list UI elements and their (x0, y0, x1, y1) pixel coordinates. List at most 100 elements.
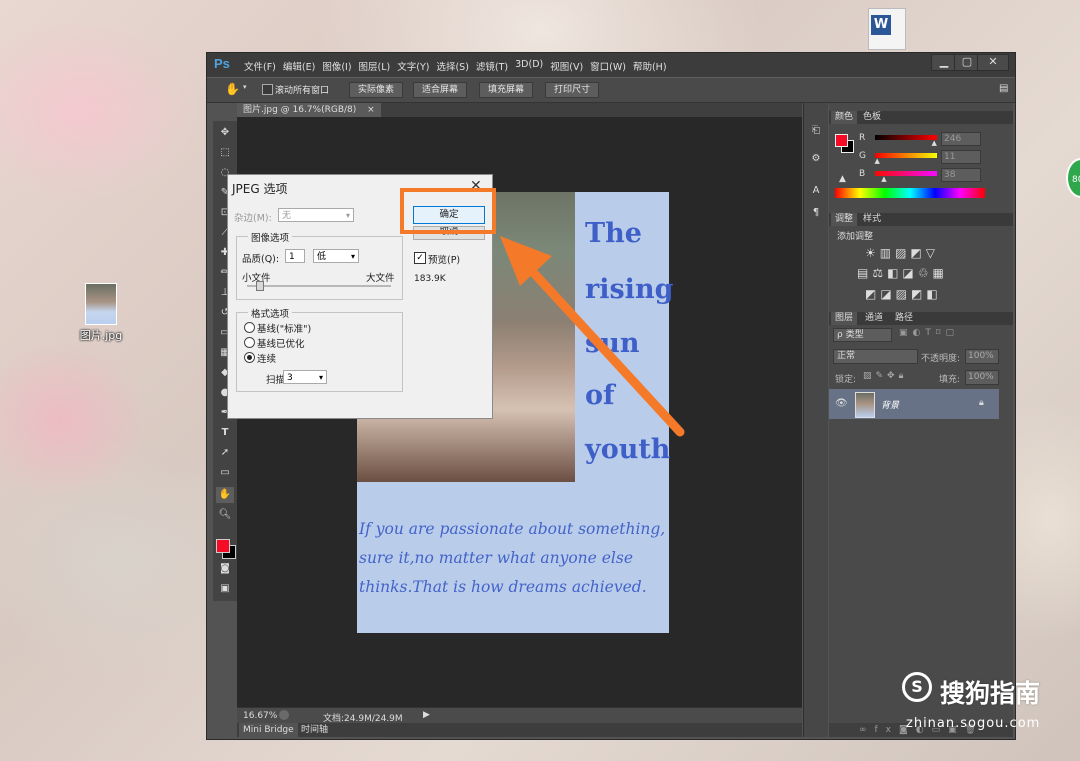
tool-preset-arrow-icon[interactable]: ▾ (243, 83, 247, 91)
color-spectrum-ramp[interactable] (835, 188, 985, 198)
radio-baseline-standard[interactable] (244, 322, 255, 333)
lock-label: 锁定: (835, 375, 857, 385)
menu-filter[interactable]: 滤镜(T) (476, 59, 508, 73)
menu-select[interactable]: 选择(S) (436, 59, 468, 73)
hand-tool-icon-active[interactable]: ✋ (216, 487, 234, 503)
channel-b-thumb-icon[interactable]: ▲ (881, 175, 886, 183)
status-info-icon[interactable] (279, 710, 289, 720)
blend-mode-select[interactable]: 正常 (833, 349, 918, 364)
menu-help[interactable]: 帮助(H) (633, 59, 667, 73)
channel-g-slider[interactable] (875, 153, 937, 158)
matte-select[interactable]: 无 ▾ (278, 208, 354, 222)
menu-file[interactable]: 文件(F) (244, 59, 276, 73)
tab-swatches[interactable]: 色板 (859, 111, 885, 124)
panel-foreground-swatch[interactable] (835, 134, 848, 147)
tab-channels[interactable]: 通道 (861, 312, 887, 325)
character-panel-icon[interactable]: A (807, 183, 825, 199)
type-tool-icon[interactable]: T (216, 425, 234, 441)
radio-progressive[interactable] (244, 352, 255, 363)
adjustment-icons-row-1[interactable]: ☀▥▨◩▽ (865, 246, 939, 260)
layer-name[interactable]: 背景 (881, 398, 899, 411)
paragraph-panel-icon[interactable]: ¶ (807, 205, 825, 221)
menu-window[interactable]: 窗口(W) (590, 59, 626, 73)
fill-field[interactable]: 100% (965, 370, 999, 385)
fill-screen-button[interactable]: 填充屏幕 (479, 82, 534, 98)
scans-select[interactable]: 3 ▾ (283, 370, 327, 384)
print-size-button[interactable]: 打印尺寸 (545, 82, 600, 98)
adjustment-icons-row-2[interactable]: ▤⚖◧◪♲▦ (857, 266, 948, 280)
menu-view[interactable]: 视图(V) (550, 59, 583, 73)
layers-panel-header: 图层 通道 路径 (829, 312, 1013, 325)
quick-mask-icon[interactable]: ◙ (216, 561, 234, 577)
tab-adjustments[interactable]: 调整 (831, 213, 858, 226)
fit-screen-button[interactable]: 适合屏幕 (413, 82, 468, 98)
history-panel-icon[interactable]: ⎗ (807, 123, 825, 139)
preview-checkbox[interactable]: ✓ (414, 252, 426, 264)
adjustment-icons-row-3[interactable]: ◩◪▨◩◧ (865, 287, 942, 301)
menu-image[interactable]: 图像(I) (322, 59, 351, 73)
layer-visibility-eye-icon[interactable]: 👁︎ (835, 398, 848, 409)
scroll-all-checkbox[interactable] (262, 84, 273, 95)
layer-filter-icons[interactable]: ▣◐T⌑▢ (899, 328, 959, 338)
scans-value: 3 (287, 373, 293, 383)
menu-layer[interactable]: 图层(L) (359, 59, 391, 73)
properties-panel-icon[interactable]: ⚙ (807, 151, 825, 167)
document-tab-bar: 图片.jpg @ 16.7%(RGB/8) × (237, 103, 802, 117)
quality-slider-thumb[interactable] (255, 281, 264, 291)
tab-paths[interactable]: 路径 (891, 312, 917, 325)
channel-b-label: B (859, 169, 866, 179)
desktop-file-icon[interactable]: 图片.jpg (76, 283, 126, 343)
marquee-tool-icon[interactable]: ⬚ (216, 145, 234, 161)
tab-mini-bridge[interactable]: Mini Bridge (239, 723, 298, 737)
quality-input[interactable]: 1 (285, 249, 305, 263)
file-size-readout: 183.9K (414, 274, 446, 284)
screen-mode-icon[interactable]: ▣ (216, 581, 234, 597)
opacity-label: 不透明度: (921, 354, 961, 364)
shape-tool-icon[interactable]: ▭ (216, 465, 234, 481)
document-tab[interactable]: 图片.jpg @ 16.7%(RGB/8) × (237, 103, 381, 117)
path-select-tool-icon[interactable]: ➚ (216, 445, 234, 461)
channel-r-value[interactable]: 246 (941, 132, 981, 146)
channel-b-value[interactable]: 38 (941, 168, 981, 182)
radio-baseline-optimized[interactable] (244, 337, 255, 348)
word-document-icon[interactable]: W (868, 8, 906, 50)
menu-edit[interactable]: 编辑(E) (283, 59, 315, 73)
workspace-icon[interactable]: ▤ (999, 83, 1008, 94)
layer-row-background[interactable]: 👁︎ 背景 🔒︎ (829, 389, 999, 419)
tab-color[interactable]: 颜色 (831, 111, 858, 124)
matte-value: 无 (282, 211, 292, 221)
radio-baseline-optimized-label: 基线已优化 (257, 339, 305, 350)
gamut-warning-icon[interactable]: ▲ (839, 174, 846, 184)
zoom-tool-icon[interactable]: 🔍︎ (216, 507, 234, 523)
artwork-title-line-5: youth (585, 434, 671, 465)
chevron-down-icon: ▾ (345, 211, 350, 220)
quality-preset-select[interactable]: 低 ▾ (313, 249, 359, 263)
floating-badge[interactable]: 80 (1066, 158, 1080, 198)
tab-layers[interactable]: 图层 (831, 312, 858, 325)
artwork-quote-line-1: If you are passionate about something, (359, 520, 666, 538)
radio-progressive-label: 连续 (257, 354, 277, 365)
close-tab-icon[interactable]: × (367, 105, 375, 115)
channel-r-thumb-icon[interactable]: ▲ (932, 139, 937, 147)
status-arrow-icon[interactable]: ▶ (423, 710, 430, 720)
zoom-level[interactable]: 16.67% (243, 711, 277, 721)
channel-r-slider[interactable] (875, 135, 937, 140)
tab-timeline[interactable]: 时间轴 (297, 723, 332, 737)
foreground-color-swatch[interactable] (216, 539, 230, 553)
opacity-field[interactable]: 100% (965, 349, 999, 364)
close-window-button[interactable]: ✕ (977, 54, 1009, 71)
channel-g-thumb-icon[interactable]: ▲ (874, 157, 879, 165)
layer-kind-filter[interactable]: ρ 类型 (833, 328, 892, 342)
menu-3d[interactable]: 3D(D) (515, 59, 543, 73)
layer-lock-icon: 🔒︎ (979, 398, 984, 408)
annotation-arrow (500, 236, 685, 437)
hand-tool-icon[interactable]: ✋ (225, 82, 240, 96)
lock-icons[interactable]: ▨✎✥🔒︎ (863, 371, 907, 381)
move-tool-icon[interactable]: ✥ (216, 125, 234, 141)
menu-type[interactable]: 文字(Y) (397, 59, 429, 73)
channel-g-value[interactable]: 11 (941, 150, 981, 164)
options-bar: ✋ ▾ 滚动所有窗口 实际像素 适合屏幕 填充屏幕 打印尺寸 ▤ (207, 77, 1015, 103)
actual-pixels-button[interactable]: 实际像素 (349, 82, 404, 98)
tab-styles[interactable]: 样式 (859, 213, 885, 226)
quality-slider-track[interactable] (247, 285, 391, 287)
